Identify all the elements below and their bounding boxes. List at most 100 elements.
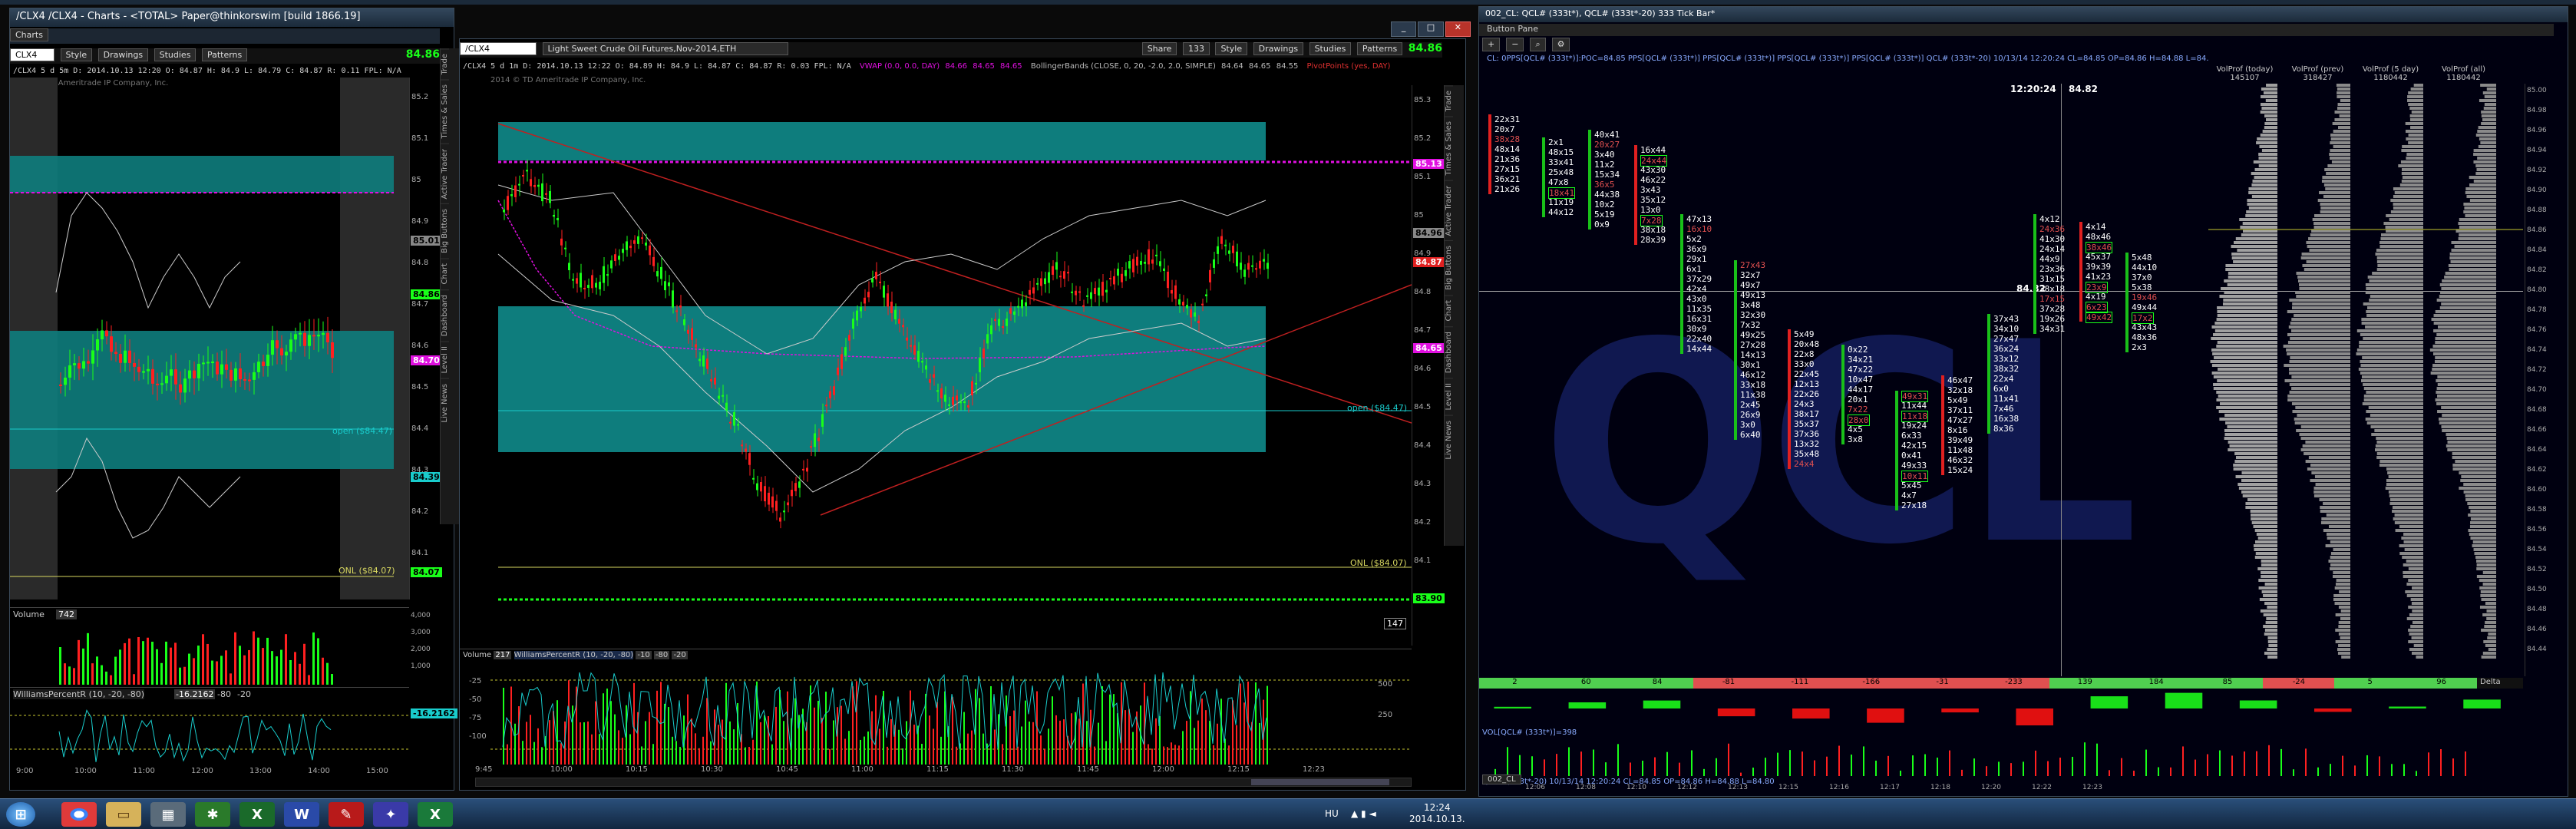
chrome-icon[interactable] [61, 802, 97, 827]
footprint-area[interactable]: QCL 12:20:24 84.82 84.82 22x31 20x7 38x28 4… [1479, 84, 2523, 676]
charts-tab[interactable]: Charts [10, 28, 48, 41]
mid-drawings-button[interactable]: Drawings [1253, 42, 1304, 55]
side-tab-6[interactable]: Level II [1445, 378, 1453, 415]
word-icon[interactable]: W [284, 802, 319, 827]
volume-profile-bar [2253, 160, 2277, 163]
volume-profile-bar [2459, 218, 2496, 221]
left-price-chart[interactable] [10, 78, 409, 599]
start-button[interactable]: ⊞ [6, 802, 35, 827]
volume-profile-bar [2473, 180, 2496, 183]
right-tab[interactable]: 002_CL [1482, 775, 1521, 784]
settings-icon[interactable]: ⚙ [1551, 38, 1570, 51]
volume-profile-bar [2437, 410, 2496, 413]
footprint-cell: 44x38 [1594, 190, 1620, 200]
volume-profile-bar [2224, 437, 2277, 440]
drawings-button[interactable]: Drawings [97, 48, 149, 61]
mid-copyright: 2014 © TD Ameritrade IP Company, Inc. [490, 76, 646, 84]
left-candle [276, 340, 279, 348]
side-tab-5[interactable]: Dashboard [1445, 325, 1453, 378]
excel2-icon[interactable]: X [418, 802, 453, 827]
side-tab-0[interactable]: Trade [1445, 85, 1453, 117]
volume-profile-bar [2263, 625, 2277, 628]
zoom-value[interactable]: 133 [1182, 42, 1210, 55]
side-tab-2[interactable]: Active Trader [441, 143, 449, 204]
zoom-in-icon[interactable]: + [1482, 38, 1501, 51]
side-tab-0[interactable]: Trade [441, 48, 449, 80]
side-tab-3[interactable]: Big Buttons [441, 203, 449, 259]
zoom-out-icon[interactable]: − [1506, 38, 1524, 51]
language-indicator[interactable]: HU [1325, 808, 1339, 819]
thinkorswim-icon[interactable]: ✱ [195, 802, 230, 827]
left-volume-bar [91, 663, 94, 685]
footprint-cell: 32x18 [1947, 385, 1973, 395]
mid-studies-button[interactable]: Studies [1309, 42, 1352, 55]
footprint-cell: 32x30 [1740, 310, 1766, 320]
left-volume-bar [206, 643, 209, 685]
symbol-box[interactable]: CLX4 [10, 48, 54, 61]
mid-volume-bar [833, 720, 834, 765]
mid-lower-chart[interactable] [460, 665, 1412, 765]
volume-profile-bar [2440, 291, 2496, 294]
calculator-icon[interactable]: ▦ [150, 802, 186, 827]
volume-profile-bar [2363, 398, 2423, 401]
side-tab-7[interactable]: Live News [441, 378, 449, 428]
delta-cell-4: -111 [1764, 678, 1836, 689]
mid-price-chart[interactable] [460, 85, 1412, 646]
footprint-cell: 35x48 [1794, 449, 1820, 459]
side-tab-7[interactable]: Live News [1445, 414, 1453, 464]
mid-volume-bar [1167, 747, 1168, 765]
left-time-tick-4: 13:00 [249, 767, 272, 775]
mid-patterns-button[interactable]: Patterns [1356, 42, 1403, 55]
mid-symbol-box[interactable]: /CLX4 [460, 42, 537, 55]
volume-profile-bar [2254, 556, 2277, 559]
share-button[interactable]: Share [1141, 42, 1177, 55]
left-candle [326, 332, 329, 342]
minimize-icon[interactable]: _ [1391, 21, 1417, 37]
mid-volume-bar [1209, 721, 1210, 765]
close-icon[interactable]: ✕ [1445, 21, 1471, 37]
mid-scrollbar[interactable] [475, 778, 1412, 787]
mid-candle [560, 238, 563, 246]
patterns-button[interactable]: Patterns [201, 48, 248, 61]
mid-candle [1213, 259, 1215, 268]
right-volume-bar [2256, 751, 2257, 776]
search-icon[interactable]: ⌕ [1530, 38, 1546, 51]
volume-profile-bar [2478, 126, 2496, 129]
side-tab-3[interactable]: Big Buttons [1445, 240, 1453, 296]
style-button[interactable]: Style [60, 48, 93, 61]
maximize-icon[interactable]: □ [1418, 21, 1444, 37]
volume-profile-bar [2483, 107, 2496, 110]
volume-profile-bar [2468, 529, 2496, 532]
side-tab-2[interactable]: Active Trader [1445, 180, 1453, 241]
cursor-time: 12:20:24 [2010, 84, 2056, 94]
mid-candle [1067, 272, 1069, 274]
volume-profile-bar [2341, 656, 2350, 659]
excel-icon[interactable]: X [239, 802, 275, 827]
left-price-axis: 85.2 85.1 85 84.9 84.8 84.7 84.6 84.5 84.4 84.3 84… [409, 78, 440, 599]
side-tab-4[interactable]: Chart [441, 258, 449, 289]
footprint-cell: 42x15 [1901, 441, 1927, 451]
footprint-cell: 47x22 [1848, 365, 1874, 375]
ninjatrader-icon[interactable]: ✦ [373, 802, 408, 827]
left-volume-bar [82, 648, 84, 685]
mid-scroll-thumb[interactable] [1251, 779, 1389, 785]
mid-volume-bar [1105, 741, 1107, 765]
delta-bar [1643, 700, 1681, 708]
explorer-icon[interactable]: ▭ [106, 802, 141, 827]
adobe-icon[interactable]: ✎ [329, 802, 364, 827]
volume-profile-bar [2439, 295, 2496, 298]
side-tab-1[interactable]: Times & Sales [441, 79, 449, 144]
mid-candle [626, 241, 628, 250]
right-volume-bar [1716, 758, 1717, 776]
clock[interactable]: 12:24 2014.10.13. [1409, 802, 1465, 825]
side-tab-6[interactable]: Level II [441, 341, 449, 378]
left-volume-bar [179, 667, 181, 685]
mid-style-button[interactable]: Style [1215, 42, 1248, 55]
studies-button[interactable]: Studies [154, 48, 197, 61]
volume-profile-bar [2386, 483, 2423, 486]
side-tab-4[interactable]: Chart [1445, 295, 1453, 326]
side-tab-1[interactable]: Times & Sales [1445, 116, 1453, 180]
tag-mid: 84.70 [411, 355, 442, 365]
right-price-tick-21: 84.58 [2527, 506, 2547, 514]
side-tab-5[interactable]: Dashboard [441, 289, 449, 342]
